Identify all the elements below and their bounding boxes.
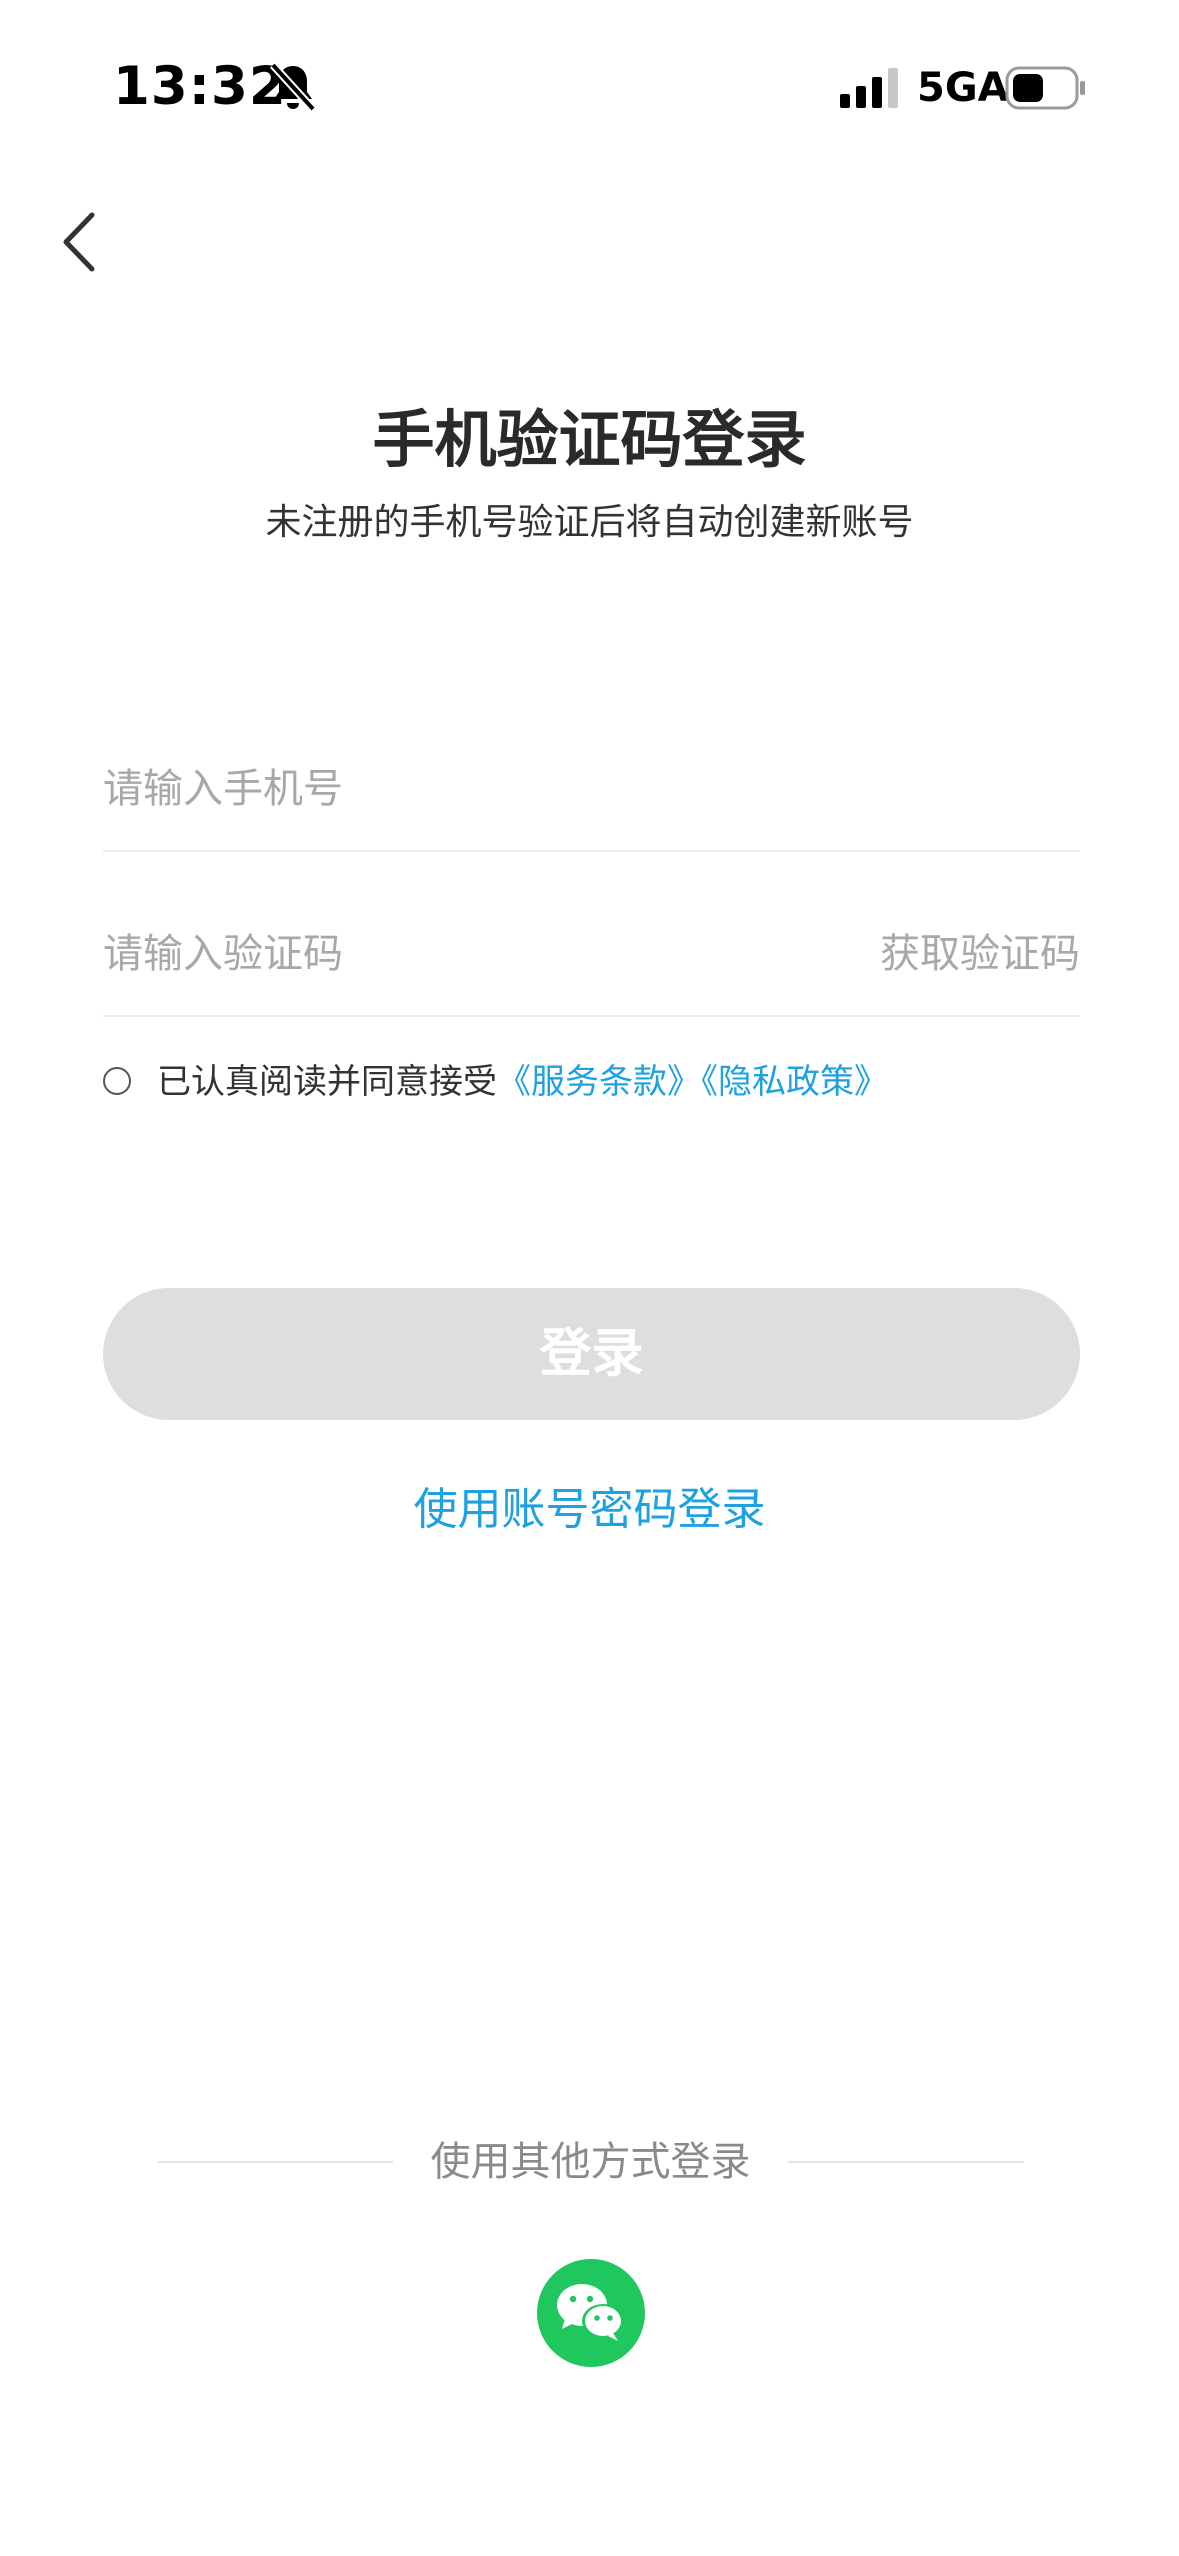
code-input[interactable] [103, 895, 803, 1013]
agreement-text: 已认真阅读并同意接受《服务条款》《隐私政策》 [157, 1055, 888, 1109]
password-login-link[interactable]: 使用账号密码登录 [0, 1478, 1179, 1542]
other-methods-label: 使用其他方式登录 [430, 2139, 751, 2185]
page-title: 手机验证码登录 [372, 403, 807, 476]
login-button[interactable]: 登录 [103, 1288, 1080, 1420]
wechat-login-button[interactable] [537, 2259, 645, 2367]
divider-right [788, 2161, 1024, 2163]
code-field: 获取验证码 [103, 895, 1080, 1017]
bell-off-icon [270, 62, 316, 112]
battery-icon [1005, 66, 1087, 110]
divider-left [157, 2161, 393, 2163]
page-subtitle: 未注册的手机号验证后将自动创建新账号 [265, 502, 914, 543]
agreement-checkbox[interactable] [103, 1067, 131, 1095]
signal-icon [840, 68, 900, 108]
privacy-link[interactable]: 《隐私政策》 [701, 1062, 888, 1102]
phone-input[interactable] [103, 730, 1080, 848]
network-label: 5GA [917, 65, 1009, 111]
status-time: 13:32 [113, 56, 287, 117]
agreement-prefix: 已认真阅读并同意接受 [157, 1062, 497, 1102]
wechat-icon [557, 2284, 624, 2341]
chevron-left-icon [63, 212, 95, 272]
back-button[interactable] [50, 205, 110, 279]
phone-field [103, 730, 1080, 852]
get-code-button[interactable]: 获取验证码 [880, 895, 1080, 1013]
terms-link[interactable]: 《服务条款》 [497, 1062, 701, 1102]
